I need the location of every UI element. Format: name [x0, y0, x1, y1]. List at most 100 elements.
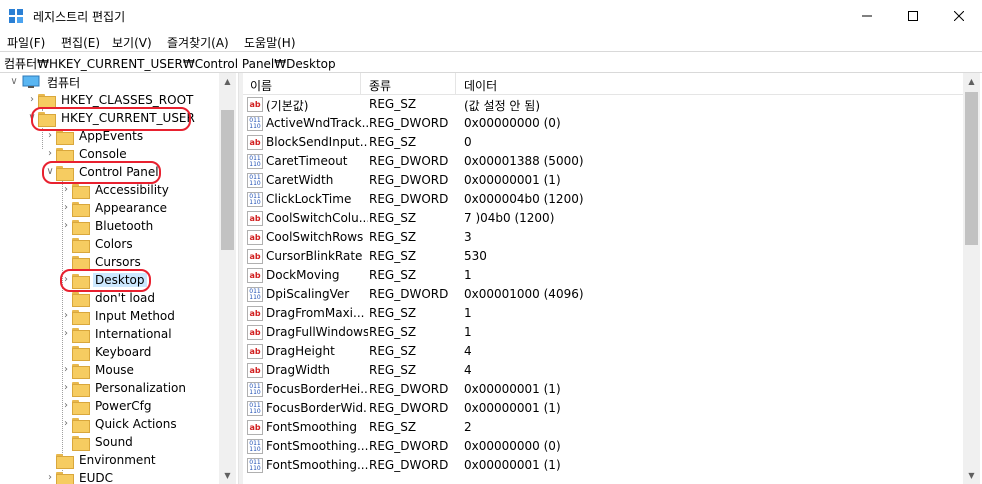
chevron-right-icon[interactable]: › [60, 328, 72, 340]
tree-node-cursors[interactable]: Cursors [60, 253, 143, 271]
scroll-down-arrow-icon[interactable]: ▼ [219, 467, 236, 484]
column-header-name[interactable]: 이름 [250, 77, 272, 94]
value-row[interactable]: 011 110 ActiveWndTrack... REG_DWORD 0x00000… [243, 114, 963, 133]
folder-icon [72, 291, 90, 307]
chevron-right-icon[interactable]: › [60, 418, 72, 430]
menu-favorites[interactable]: 즐겨찾기(A) [167, 34, 229, 51]
tree-node-environment[interactable]: Environment [44, 451, 158, 469]
value-data-cell: 4 [464, 344, 472, 358]
tree-label: Quick Actions [95, 417, 177, 431]
string-value-icon: ab [247, 249, 263, 264]
minimize-icon [862, 15, 872, 16]
value-row[interactable]: ab DragWidth REG_SZ 4 [243, 361, 963, 380]
value-row[interactable]: ab (기본값) REG_SZ (값 설정 안 됨) [243, 95, 963, 114]
tree-scrollbar[interactable]: ▲ ▼ [219, 73, 236, 484]
tree-label: Cursors [95, 255, 141, 269]
value-data-cell: 0x00001000 (4096) [464, 287, 584, 301]
tree-node-control-panel[interactable]: ∨ Control Panel [44, 163, 161, 181]
value-row[interactable]: ab CoolSwitchColu... REG_SZ 7 )04b0 (1200) [243, 209, 963, 228]
tree-label: Personalization [95, 381, 186, 395]
value-row[interactable]: ab BlockSendInput... REG_SZ 0 [243, 133, 963, 152]
tree-node-desktop[interactable]: › Desktop [60, 271, 147, 289]
chevron-right-icon[interactable]: › [60, 220, 72, 232]
tree-node-input-method[interactable]: › Input Method [60, 307, 177, 325]
chevron-right-icon[interactable]: › [60, 184, 72, 196]
chevron-right-icon[interactable]: › [60, 400, 72, 412]
folder-icon [72, 309, 90, 325]
values-scrollbar[interactable]: ▲ ▼ [963, 73, 980, 484]
value-row[interactable]: ab FontSmoothing REG_SZ 2 [243, 418, 963, 437]
tree-node-mouse[interactable]: › Mouse [60, 361, 136, 379]
chevron-right-icon[interactable]: › [44, 472, 56, 484]
scroll-up-arrow-icon[interactable]: ▲ [963, 73, 980, 90]
tree-node-dont-load[interactable]: don't load [60, 289, 157, 307]
tree-node-keyboard[interactable]: Keyboard [60, 343, 153, 361]
value-type-cell: REG_SZ [369, 268, 417, 282]
chevron-down-icon[interactable]: ∨ [44, 166, 56, 178]
tree-node-powercfg[interactable]: › PowerCfg [60, 397, 154, 415]
tree-node-hkey-current-user[interactable]: ∨ HKEY_CURRENT_USER [26, 109, 197, 127]
maximize-button[interactable] [890, 0, 936, 31]
value-name-cell: FontSmoothing... [266, 458, 368, 472]
value-row[interactable]: 011 110 FontSmoothing... REG_DWORD 0x000000… [243, 437, 963, 456]
chevron-down-icon[interactable]: ∨ [8, 76, 20, 88]
tree-scroll-thumb[interactable] [221, 110, 234, 250]
value-row[interactable]: 011 110 FontSmoothing... REG_DWORD 0x000000… [243, 456, 963, 475]
column-header-data[interactable]: 데이터 [464, 77, 497, 94]
value-row[interactable]: ab DragHeight REG_SZ 4 [243, 342, 963, 361]
value-type-cell: REG_SZ [369, 211, 417, 225]
folder-icon [72, 273, 90, 289]
value-row[interactable]: ab CursorBlinkRate REG_SZ 530 [243, 247, 963, 266]
value-row[interactable]: 011 110 CaretWidth REG_DWORD 0x00000001 (1) [243, 171, 963, 190]
column-header-type[interactable]: 종류 [369, 77, 391, 94]
address-bar[interactable]: 컴퓨터₩HKEY_CURRENT_USER₩Control Panel₩Desk… [0, 51, 982, 73]
value-row[interactable]: 011 110 DpiScalingVer REG_DWORD 0x00001000 … [243, 285, 963, 304]
chevron-right-icon[interactable]: › [60, 382, 72, 394]
tree-node-personalization[interactable]: › Personalization [60, 379, 188, 397]
value-row[interactable]: ab DragFullWindows REG_SZ 1 [243, 323, 963, 342]
minimize-button[interactable] [844, 0, 890, 31]
tree-node-accessibility[interactable]: › Accessibility [60, 181, 171, 199]
value-row[interactable]: 011 110 FocusBorderWid... REG_DWORD 0x00000… [243, 399, 963, 418]
tree-node-appevents[interactable]: › AppEvents [44, 127, 145, 145]
tree-node-international[interactable]: › International [60, 325, 174, 343]
column-divider[interactable] [455, 73, 456, 95]
value-data-cell: 0x00000001 (1) [464, 458, 561, 472]
tree-node-computer[interactable]: ∨ 컴퓨터 [8, 73, 82, 91]
tree-node-appearance[interactable]: › Appearance [60, 199, 169, 217]
chevron-right-icon[interactable]: › [60, 274, 72, 286]
tree-node-sound[interactable]: Sound [60, 433, 135, 451]
value-row[interactable]: 011 110 ClickLockTime REG_DWORD 0x000004b0 … [243, 190, 963, 209]
value-row[interactable]: ab DockMoving REG_SZ 1 [243, 266, 963, 285]
chevron-right-icon[interactable]: › [44, 130, 56, 142]
scroll-up-arrow-icon[interactable]: ▲ [219, 73, 236, 90]
column-divider[interactable] [360, 73, 361, 95]
tree-node-bluetooth[interactable]: › Bluetooth [60, 217, 155, 235]
values-scroll-thumb[interactable] [965, 92, 978, 245]
chevron-right-icon[interactable]: › [60, 310, 72, 322]
folder-icon [56, 129, 74, 145]
tree-node-quick-actions[interactable]: › Quick Actions [60, 415, 179, 433]
value-row[interactable]: ab CoolSwitchRows REG_SZ 3 [243, 228, 963, 247]
value-row[interactable]: 011 110 CaretTimeout REG_DWORD 0x00001388 (… [243, 152, 963, 171]
menu-view[interactable]: 보기(V) [112, 34, 152, 51]
chevron-right-icon[interactable]: › [60, 202, 72, 214]
chevron-right-icon[interactable]: › [60, 364, 72, 376]
tree-node-eudc[interactable]: › EUDC [44, 469, 115, 484]
menu-edit[interactable]: 편집(E) [61, 34, 100, 51]
tree-node-console[interactable]: › Console [44, 145, 129, 163]
chevron-right-icon[interactable]: › [44, 148, 56, 160]
tree-label: Colors [95, 237, 133, 251]
address-path[interactable]: 컴퓨터₩HKEY_CURRENT_USER₩Control Panel₩Desk… [4, 55, 336, 72]
chevron-down-icon[interactable]: ∨ [26, 112, 38, 124]
value-row[interactable]: ab DragFromMaxi... REG_SZ 1 [243, 304, 963, 323]
value-row[interactable]: 011 110 FocusBorderHei... REG_DWORD 0x00000… [243, 380, 963, 399]
menu-help[interactable]: 도움말(H) [244, 34, 296, 51]
tree-node-hkey-classes-root[interactable]: › HKEY_CLASSES_ROOT [26, 91, 195, 109]
chevron-right-icon[interactable]: › [26, 94, 38, 106]
menu-file[interactable]: 파일(F) [7, 34, 45, 51]
scroll-down-arrow-icon[interactable]: ▼ [963, 467, 980, 484]
tree-node-colors[interactable]: Colors [60, 235, 135, 253]
close-button[interactable] [936, 0, 982, 31]
string-value-icon: ab [247, 230, 263, 245]
